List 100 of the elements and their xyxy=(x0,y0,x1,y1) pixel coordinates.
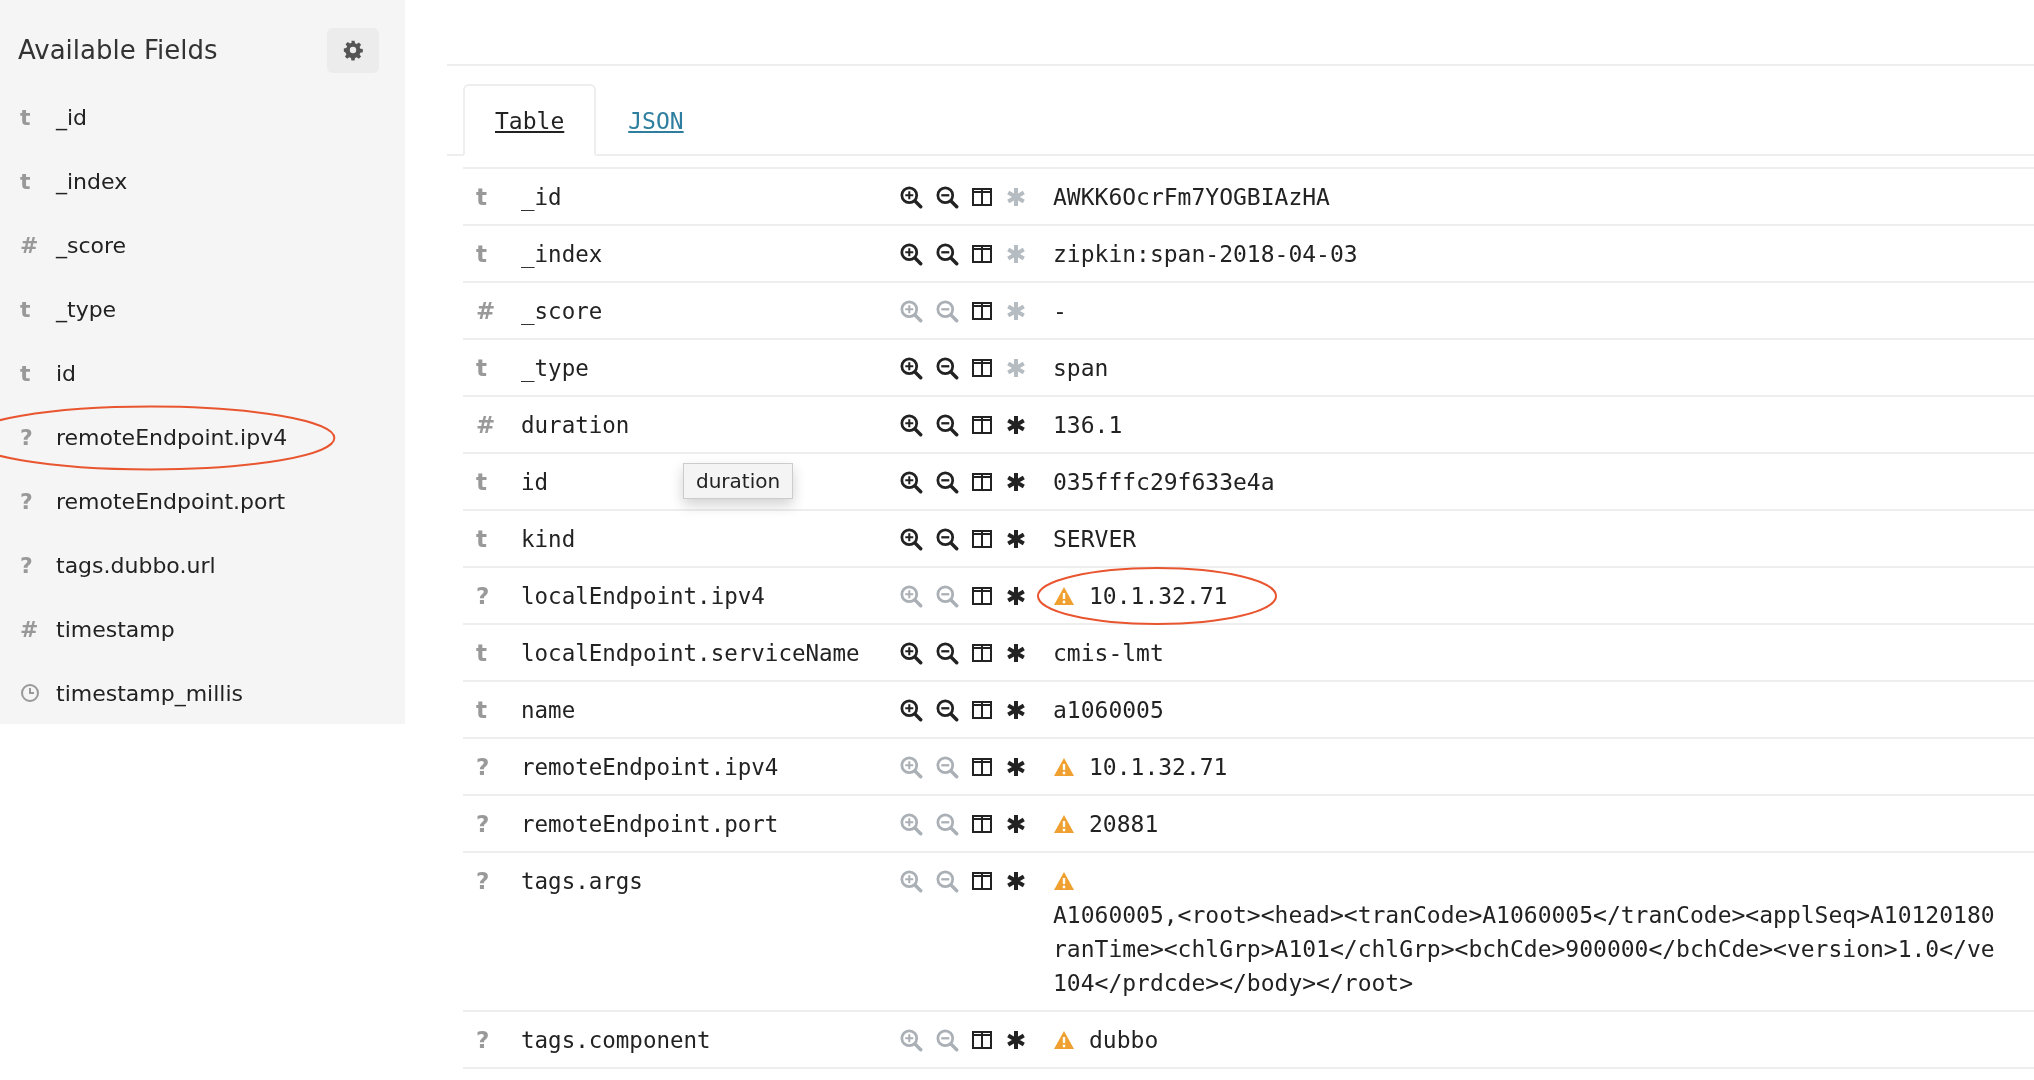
field-name: _score xyxy=(521,297,604,327)
field-value: zipkin:span-2018-04-03 xyxy=(1053,241,1358,267)
zoom-in-button[interactable] xyxy=(899,470,923,494)
zoom-out-button[interactable] xyxy=(935,527,959,551)
columns-icon xyxy=(971,699,993,721)
toggle-column-button[interactable] xyxy=(971,1029,993,1051)
toggle-column-button[interactable] xyxy=(971,186,993,208)
field-value: 035fffc29f633e4a xyxy=(1053,469,1275,495)
zoom-out-icon xyxy=(935,869,959,893)
field-value: 20881 xyxy=(1089,811,1159,837)
zoom-in-button[interactable] xyxy=(899,242,923,266)
filter-exists-button[interactable] xyxy=(1005,756,1027,778)
field-name: duration xyxy=(521,411,631,440)
toggle-column-button[interactable] xyxy=(971,585,993,607)
zoom-in-button[interactable] xyxy=(899,527,923,551)
field-list-item[interactable]: ? remoteEndpoint.ipv4 xyxy=(0,405,405,469)
field-name: remoteEndpoint.port xyxy=(521,810,780,839)
clock-icon xyxy=(20,683,40,703)
zoom-in-icon xyxy=(899,470,923,494)
toggle-column-button[interactable] xyxy=(971,642,993,664)
filter-exists-button[interactable] xyxy=(1005,699,1027,721)
zoom-out-icon xyxy=(935,413,959,437)
columns-icon xyxy=(971,813,993,835)
zoom-out-button[interactable] xyxy=(935,641,959,665)
zoom-in-button[interactable] xyxy=(899,641,923,665)
toggle-column-button[interactable] xyxy=(971,471,993,493)
field-list-item[interactable]: t _id xyxy=(0,85,405,149)
toggle-column-button[interactable] xyxy=(971,414,993,436)
field-name: _id xyxy=(521,183,563,213)
field-type-label: t xyxy=(475,696,488,725)
zoom-out-icon xyxy=(935,527,959,551)
field-type-label: t xyxy=(475,525,488,554)
field-type-label: t xyxy=(475,240,488,269)
field-value: 136.1 xyxy=(1053,412,1123,438)
toggle-column-button[interactable] xyxy=(971,699,993,721)
zoom-in-icon xyxy=(899,755,923,779)
field-type-label: ? xyxy=(19,488,34,514)
filter-exists-button[interactable] xyxy=(1005,1029,1027,1051)
field-list-item[interactable]: t _type xyxy=(0,277,405,341)
filter-exists-button[interactable] xyxy=(1005,813,1027,835)
toggle-column-button[interactable] xyxy=(971,756,993,778)
zoom-out-icon xyxy=(935,242,959,266)
field-list-item[interactable]: t id xyxy=(0,341,405,405)
zoom-in-button[interactable] xyxy=(899,413,923,437)
columns-icon xyxy=(971,756,993,778)
zoom-in-icon xyxy=(899,356,923,380)
field-name: remoteEndpoint.ipv4 xyxy=(521,753,780,782)
field-name: name xyxy=(521,696,577,725)
filter-exists-button[interactable] xyxy=(1005,528,1027,550)
field-list-item[interactable]: ? tags.dubbo.url xyxy=(0,533,405,597)
tab[interactable]: Table xyxy=(463,84,597,156)
field-list-item[interactable]: # _score xyxy=(0,213,405,277)
field-type-label: # xyxy=(19,616,40,642)
field-type-label: t xyxy=(19,360,32,386)
columns-icon xyxy=(971,642,993,664)
field-list-item[interactable]: ? remoteEndpoint.port xyxy=(0,469,405,533)
columns-icon xyxy=(971,528,993,550)
filter-exists-button[interactable] xyxy=(1005,870,1027,892)
field-list-item[interactable]: t _index xyxy=(0,149,405,213)
filter-exists-button[interactable] xyxy=(1005,642,1027,664)
field-type-label: t xyxy=(19,296,32,322)
zoom-out-button[interactable] xyxy=(935,356,959,380)
toggle-column-button[interactable] xyxy=(971,357,993,379)
zoom-in-icon xyxy=(899,869,923,893)
field-type-label: ? xyxy=(475,582,491,611)
zoom-in-button[interactable] xyxy=(899,185,923,209)
field-name: _type xyxy=(521,354,590,384)
zoom-out-icon xyxy=(935,584,959,608)
toggle-column-button[interactable] xyxy=(971,870,993,892)
field-list-item[interactable]: # timestamp xyxy=(0,597,405,661)
zoom-out-icon xyxy=(935,755,959,779)
asterisk-icon xyxy=(1005,186,1027,208)
toggle-column-button[interactable] xyxy=(971,528,993,550)
toggle-column-button[interactable] xyxy=(971,300,993,322)
zoom-out-button[interactable] xyxy=(935,185,959,209)
tab[interactable]: JSON xyxy=(596,84,716,156)
field-list-item[interactable]: timestamp_millis xyxy=(0,661,405,725)
zoom-out-button[interactable] xyxy=(935,413,959,437)
tooltip: duration xyxy=(683,463,794,499)
zoom-in-icon xyxy=(899,698,923,722)
filter-exists-button[interactable] xyxy=(1005,414,1027,436)
zoom-out-button[interactable] xyxy=(935,242,959,266)
toggle-column-button[interactable] xyxy=(971,813,993,835)
field-type-label: t xyxy=(475,183,488,212)
zoom-in-button[interactable] xyxy=(899,356,923,380)
field-type-label: ? xyxy=(475,753,491,782)
field-type-label: ? xyxy=(475,1026,491,1055)
zoom-out-button[interactable] xyxy=(935,470,959,494)
zoom-out-button[interactable] xyxy=(935,698,959,722)
settings-icon xyxy=(342,39,364,61)
filter-exists-button[interactable] xyxy=(1005,471,1027,493)
settings-button[interactable] xyxy=(327,27,379,73)
field-type-label: ? xyxy=(19,552,34,578)
field-value: 104</prdcde></body></root> xyxy=(1053,969,1415,998)
field-value: ranTime><chlGrp>A101</chlGrp><bchCde>900000</bchCde><version>1.0</ve xyxy=(1053,935,1996,964)
toggle-column-button[interactable] xyxy=(971,243,993,265)
asterisk-icon xyxy=(1005,870,1027,892)
filter-exists-button[interactable] xyxy=(1005,585,1027,607)
asterisk-icon xyxy=(1005,813,1027,835)
zoom-in-button[interactable] xyxy=(899,698,923,722)
